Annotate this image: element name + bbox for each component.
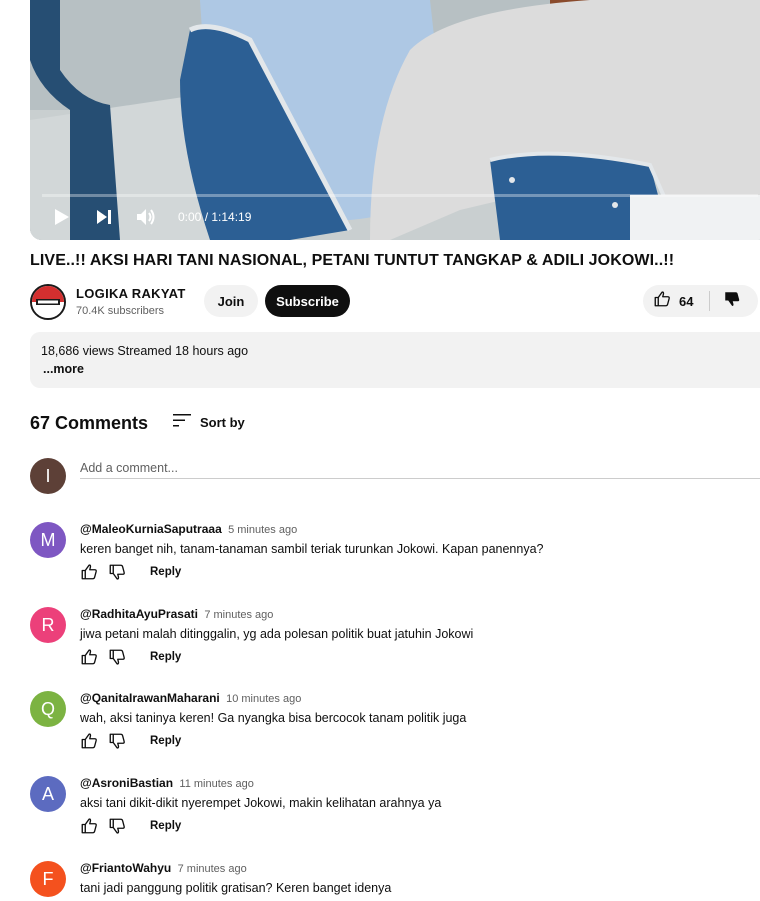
- comment-header: @AsroniBastian 11 minutes ago: [80, 776, 254, 790]
- channel-name[interactable]: LOGIKA RAKYAT: [76, 286, 186, 301]
- like-count: 64: [679, 293, 694, 309]
- comments-header: 67 Comments Sort by: [30, 411, 330, 435]
- comment-author[interactable]: @QanitaIrawanMaharani: [80, 691, 220, 705]
- comment-time[interactable]: 5 minutes ago: [228, 524, 297, 536]
- comment-item: F @FriantoWahyu 7 minutes ago tani jadi …: [30, 861, 760, 901]
- comment-text: keren banget nih, tanam-tanaman sambil t…: [80, 542, 544, 556]
- comment-like-icon[interactable]: [80, 817, 98, 835]
- video-player[interactable]: 0:00 / 1:14:19: [30, 0, 760, 240]
- reply-button[interactable]: Reply: [150, 735, 181, 747]
- comment-text: tani jadi panggung politik gratisan? Ker…: [80, 881, 392, 895]
- current-user-avatar: I: [30, 458, 66, 494]
- like-button[interactable]: 64: [643, 285, 709, 317]
- commenter-avatar[interactable]: A: [30, 776, 66, 812]
- comment-dislike-icon[interactable]: [108, 732, 126, 750]
- comment-author[interactable]: @AsroniBastian: [80, 776, 173, 790]
- like-dislike-group: 64: [643, 285, 758, 317]
- comment-item: A @AsroniBastian 11 minutes ago aksi tan…: [30, 776, 760, 846]
- commenter-avatar[interactable]: R: [30, 607, 66, 643]
- comment-header: @RadhitaAyuPrasati 7 minutes ago: [80, 607, 273, 621]
- comment-text: aksi tani dikit-dikit nyerempet Jokowi, …: [80, 796, 442, 810]
- next-icon[interactable]: [92, 205, 116, 229]
- comment-text: wah, aksi taninya keren! Ga nyangka bisa…: [80, 711, 467, 725]
- commenter-avatar[interactable]: M: [30, 522, 66, 558]
- comment-actions: Reply: [80, 732, 181, 750]
- comment-header: @MaleoKurniaSaputraaa 5 minutes ago: [80, 522, 297, 536]
- play-icon[interactable]: [50, 205, 74, 229]
- comment-author[interactable]: @RadhitaAyuPrasati: [80, 607, 198, 621]
- subscribe-button[interactable]: Subscribe: [265, 285, 350, 317]
- sort-by-button[interactable]: Sort by: [173, 411, 245, 433]
- volume-icon[interactable]: [134, 205, 158, 229]
- comment-time[interactable]: 11 minutes ago: [179, 778, 253, 790]
- comment-like-icon[interactable]: [80, 563, 98, 581]
- channel-avatar[interactable]: [30, 284, 66, 320]
- comment-time[interactable]: 10 minutes ago: [226, 693, 301, 705]
- comment-actions: Reply: [80, 817, 181, 835]
- comment-time[interactable]: 7 minutes ago: [178, 863, 247, 875]
- reply-button[interactable]: Reply: [150, 566, 181, 578]
- reply-button[interactable]: Reply: [150, 820, 181, 832]
- comment-author[interactable]: @FriantoWahyu: [80, 861, 171, 875]
- time-display: 0:00 / 1:14:19: [178, 210, 252, 224]
- add-comment-row: I: [30, 458, 760, 494]
- sort-by-label: Sort by: [200, 414, 245, 430]
- comment-actions: Reply: [80, 563, 181, 581]
- channel-row: LOGIKA RAKYAT 70.4K subscribers Join Sub…: [30, 283, 760, 321]
- sort-icon: [173, 412, 191, 433]
- comment-item: R @RadhitaAyuPrasati 7 minutes ago jiwa …: [30, 607, 760, 677]
- comment-header: @FriantoWahyu 7 minutes ago: [80, 861, 247, 875]
- dislike-button[interactable]: [710, 285, 754, 317]
- comment-text: jiwa petani malah ditinggalin, yg ada po…: [80, 627, 474, 641]
- comment-header: @QanitaIrawanMaharani 10 minutes ago: [80, 691, 301, 705]
- comment-time[interactable]: 7 minutes ago: [204, 609, 273, 621]
- add-comment-input[interactable]: [80, 458, 760, 479]
- comment-like-icon[interactable]: [80, 732, 98, 750]
- comment-item: Q @QanitaIrawanMaharani 10 minutes ago w…: [30, 691, 760, 761]
- thumbs-down-icon: [723, 290, 741, 313]
- description-box[interactable]: 18,686 views Streamed 18 hours ago ...mo…: [30, 332, 760, 388]
- comment-actions: Reply: [80, 648, 181, 666]
- comment-dislike-icon[interactable]: [108, 563, 126, 581]
- view-stats: 18,686 views Streamed 18 hours ago: [41, 344, 249, 358]
- commenter-avatar[interactable]: F: [30, 861, 66, 897]
- subscriber-count: 70.4K subscribers: [76, 305, 165, 317]
- comment-like-icon[interactable]: [80, 648, 98, 666]
- video-title: LIVE..!! AKSI HARI TANI NASIONAL, PETANI…: [30, 252, 675, 269]
- comment-author[interactable]: @MaleoKurniaSaputraaa: [80, 522, 222, 536]
- reply-button[interactable]: Reply: [150, 651, 181, 663]
- comment-item: M @MaleoKurniaSaputraaa 5 minutes ago ke…: [30, 522, 760, 592]
- player-controls: 0:00 / 1:14:19: [30, 194, 760, 240]
- comment-dislike-icon[interactable]: [108, 817, 126, 835]
- comments-count: 67 Comments: [30, 413, 149, 433]
- commenter-avatar[interactable]: Q: [30, 691, 66, 727]
- thumbs-up-icon: [653, 290, 671, 313]
- join-button[interactable]: Join: [204, 285, 258, 317]
- show-more-link[interactable]: ...more: [43, 362, 84, 376]
- comment-dislike-icon[interactable]: [108, 648, 126, 666]
